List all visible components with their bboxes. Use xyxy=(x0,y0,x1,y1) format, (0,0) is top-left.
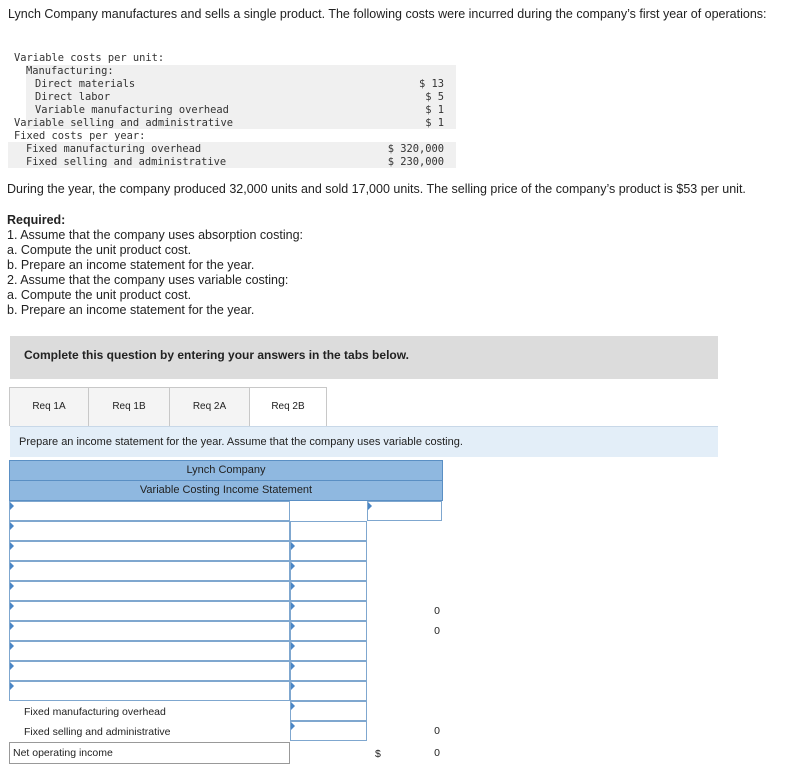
direct-materials-label: Direct materials xyxy=(35,78,136,90)
variable-costs-header: Variable costs per unit: xyxy=(14,52,165,64)
required-line-1: 1. Assume that the company uses absorpti… xyxy=(7,228,304,242)
row7-total-value: 0 xyxy=(434,625,440,637)
row2-label-input[interactable] xyxy=(9,521,290,541)
production-text: During the year, the company produced 32… xyxy=(7,182,746,196)
required-line-2: a. Compute the unit product cost. xyxy=(7,243,192,257)
fixed-mfg-overhead-row-label: Fixed manufacturing overhead xyxy=(24,706,166,718)
direct-labor-label: Direct labor xyxy=(35,91,111,103)
row7-label-input[interactable] xyxy=(9,621,290,641)
row10-label-input[interactable] xyxy=(9,681,290,701)
required-line-3: b. Prepare an income statement for the y… xyxy=(7,258,255,272)
row1-amount-input[interactable] xyxy=(367,501,442,521)
statement-company: Lynch Company xyxy=(9,460,443,481)
required-title: Required: xyxy=(7,213,66,227)
fixed-mfg-amount-input[interactable] xyxy=(290,701,367,721)
tab-req-1a[interactable]: Req 1A xyxy=(9,387,89,426)
var-mfg-overhead-label: Variable manufacturing overhead xyxy=(35,104,229,116)
row5-mid-input[interactable] xyxy=(290,581,367,601)
var-sell-admin-value: $ 1 xyxy=(425,117,444,129)
direct-labor-value: $ 5 xyxy=(425,91,444,103)
row7-mid-input[interactable] xyxy=(290,621,367,641)
net-income-label: Net operating income xyxy=(13,747,113,759)
row6-total-value: 0 xyxy=(434,605,440,617)
row4-mid-input[interactable] xyxy=(290,561,367,581)
fixed-sell-amount-input[interactable] xyxy=(290,721,367,741)
row1-mid-spacer xyxy=(290,501,367,521)
required-line-4: 2. Assume that the company uses variable… xyxy=(7,273,289,287)
row3-label-input[interactable] xyxy=(9,541,290,561)
row4-label-input[interactable] xyxy=(9,561,290,581)
fixed-total-value: 0 xyxy=(434,725,440,737)
instructions-banner: Complete this question by entering your … xyxy=(10,336,718,379)
row9-mid-input[interactable] xyxy=(290,661,367,681)
tab-instruction: Prepare an income statement for the year… xyxy=(19,436,463,448)
direct-materials-value: $ 13 xyxy=(418,78,444,90)
row10-mid-input[interactable] xyxy=(290,681,367,701)
row1-label-input[interactable] xyxy=(9,501,290,521)
fixed-mfg-overhead-label: Fixed manufacturing overhead xyxy=(26,143,202,155)
fixed-costs-header: Fixed costs per year: xyxy=(14,130,146,142)
tab-req-1b[interactable]: Req 1B xyxy=(88,387,170,426)
row9-label-input[interactable] xyxy=(9,661,290,681)
fixed-sell-admin-value: $ 230,000 xyxy=(387,156,444,168)
tab-instruction-bar: Prepare an income statement for the year… xyxy=(10,426,718,457)
required-line-6: b. Prepare an income statement for the y… xyxy=(7,303,255,317)
statement-title: Variable Costing Income Statement xyxy=(9,480,443,501)
fixed-sell-admin-row-label: Fixed selling and administrative xyxy=(24,726,171,738)
row6-label-input[interactable] xyxy=(9,601,290,621)
banner-text: Complete this question by entering your … xyxy=(24,348,409,362)
fixed-sell-admin-label: Fixed selling and administrative xyxy=(26,156,227,168)
var-sell-admin-label: Variable selling and administrative xyxy=(14,117,233,129)
var-mfg-overhead-value: $ 1 xyxy=(425,104,444,116)
tab-req-2a[interactable]: Req 2A xyxy=(169,387,250,426)
row8-mid-input[interactable] xyxy=(290,641,367,661)
problem-intro: Lynch Company manufactures and sells a s… xyxy=(8,7,767,21)
row8-label-input[interactable] xyxy=(9,641,290,661)
net-income-value: 0 xyxy=(434,747,440,759)
row2-mid-input[interactable] xyxy=(290,521,367,541)
row5-label-input[interactable] xyxy=(9,581,290,601)
row6-mid-input[interactable] xyxy=(290,601,367,621)
row3-mid-input[interactable] xyxy=(290,541,367,561)
fixed-mfg-overhead-value: $ 320,000 xyxy=(387,143,444,155)
manufacturing-label: Manufacturing: xyxy=(26,65,114,77)
tab-req-2b[interactable]: Req 2B xyxy=(249,387,327,427)
required-line-5: a. Compute the unit product cost. xyxy=(7,288,192,302)
